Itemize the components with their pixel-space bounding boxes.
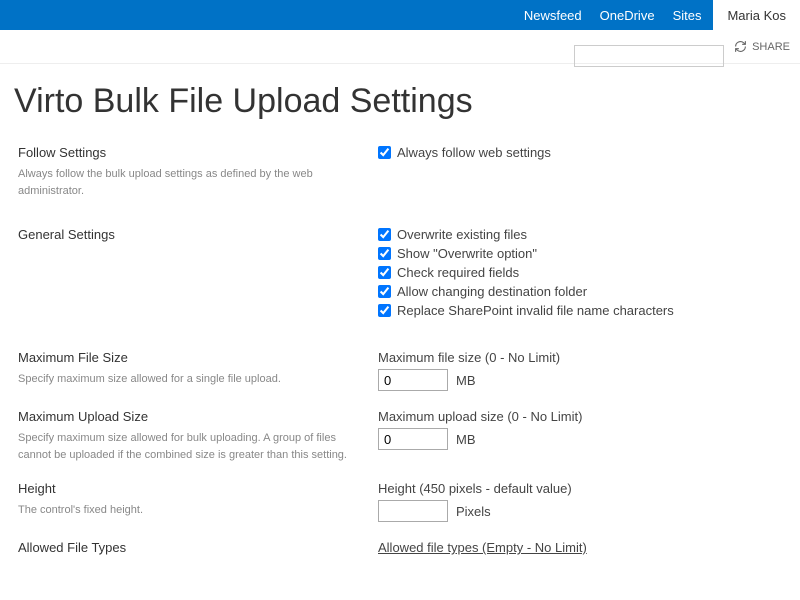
height-field-label: Height (450 pixels - default value) (378, 481, 782, 496)
follow-settings-desc: Always follow the bulk upload settings a… (18, 166, 356, 199)
check-required-fields-checkbox[interactable] (378, 266, 391, 279)
settings-body: Follow Settings Always follow the bulk u… (0, 145, 800, 561)
always-follow-label: Always follow web settings (397, 145, 551, 160)
check-required-fields-row[interactable]: Check required fields (378, 265, 782, 280)
max-file-size-input[interactable] (378, 369, 448, 391)
overwrite-existing-row[interactable]: Overwrite existing files (378, 227, 782, 242)
top-nav-links: Newsfeed OneDrive Sites (524, 8, 702, 23)
page-title: Virto Bulk File Upload Settings (0, 64, 800, 145)
height-desc: The control's fixed height. (18, 502, 356, 519)
always-follow-checkbox[interactable] (378, 146, 391, 159)
show-overwrite-option-row[interactable]: Show "Overwrite option" (378, 246, 782, 261)
max-upload-size-field-label: Maximum upload size (0 - No Limit) (378, 409, 782, 424)
height-input[interactable] (378, 500, 448, 522)
max-file-size-field-label: Maximum file size (0 - No Limit) (378, 350, 782, 365)
nav-sites[interactable]: Sites (673, 8, 702, 23)
search-input[interactable] (574, 45, 724, 67)
overwrite-existing-checkbox[interactable] (378, 228, 391, 241)
row-max-file-size: Maximum File Size Specify maximum size a… (18, 350, 782, 391)
always-follow-checkbox-row[interactable]: Always follow web settings (378, 145, 782, 160)
replace-invalid-chars-label: Replace SharePoint invalid file name cha… (397, 303, 674, 318)
user-menu[interactable]: Maria Kos (713, 0, 800, 30)
nav-onedrive[interactable]: OneDrive (600, 8, 655, 23)
refresh-icon (734, 40, 747, 53)
max-file-size-title: Maximum File Size (18, 350, 356, 365)
overwrite-existing-label: Overwrite existing files (397, 227, 527, 242)
replace-invalid-chars-row[interactable]: Replace SharePoint invalid file name cha… (378, 303, 782, 318)
row-allowed-file-types: Allowed File Types Allowed file types (E… (18, 540, 782, 561)
allow-changing-folder-label: Allow changing destination folder (397, 284, 587, 299)
row-height: Height The control's fixed height. Heigh… (18, 481, 782, 522)
action-bar: SHARE (0, 30, 800, 64)
max-file-size-unit: MB (456, 373, 476, 388)
general-settings-title: General Settings (18, 227, 356, 242)
top-nav-bar: Newsfeed OneDrive Sites Maria Kos (0, 0, 800, 30)
max-upload-size-unit: MB (456, 432, 476, 447)
row-max-upload-size: Maximum Upload Size Specify maximum size… (18, 409, 782, 463)
share-label: SHARE (752, 41, 790, 53)
allowed-file-types-field-label: Allowed file types (Empty - No Limit) (378, 540, 782, 555)
share-button[interactable]: SHARE (734, 40, 790, 53)
follow-settings-title: Follow Settings (18, 145, 356, 160)
height-unit: Pixels (456, 504, 491, 519)
nav-newsfeed[interactable]: Newsfeed (524, 8, 582, 23)
max-upload-size-desc: Specify maximum size allowed for bulk up… (18, 430, 356, 463)
row-general-settings: General Settings Overwrite existing file… (18, 227, 782, 322)
row-follow-settings: Follow Settings Always follow the bulk u… (18, 145, 782, 199)
height-title: Height (18, 481, 356, 496)
max-upload-size-title: Maximum Upload Size (18, 409, 356, 424)
show-overwrite-option-label: Show "Overwrite option" (397, 246, 537, 261)
allow-changing-folder-row[interactable]: Allow changing destination folder (378, 284, 782, 299)
allow-changing-folder-checkbox[interactable] (378, 285, 391, 298)
check-required-fields-label: Check required fields (397, 265, 519, 280)
max-file-size-desc: Specify maximum size allowed for a singl… (18, 371, 356, 388)
allowed-file-types-title: Allowed File Types (18, 540, 356, 555)
max-upload-size-input[interactable] (378, 428, 448, 450)
replace-invalid-chars-checkbox[interactable] (378, 304, 391, 317)
show-overwrite-option-checkbox[interactable] (378, 247, 391, 260)
